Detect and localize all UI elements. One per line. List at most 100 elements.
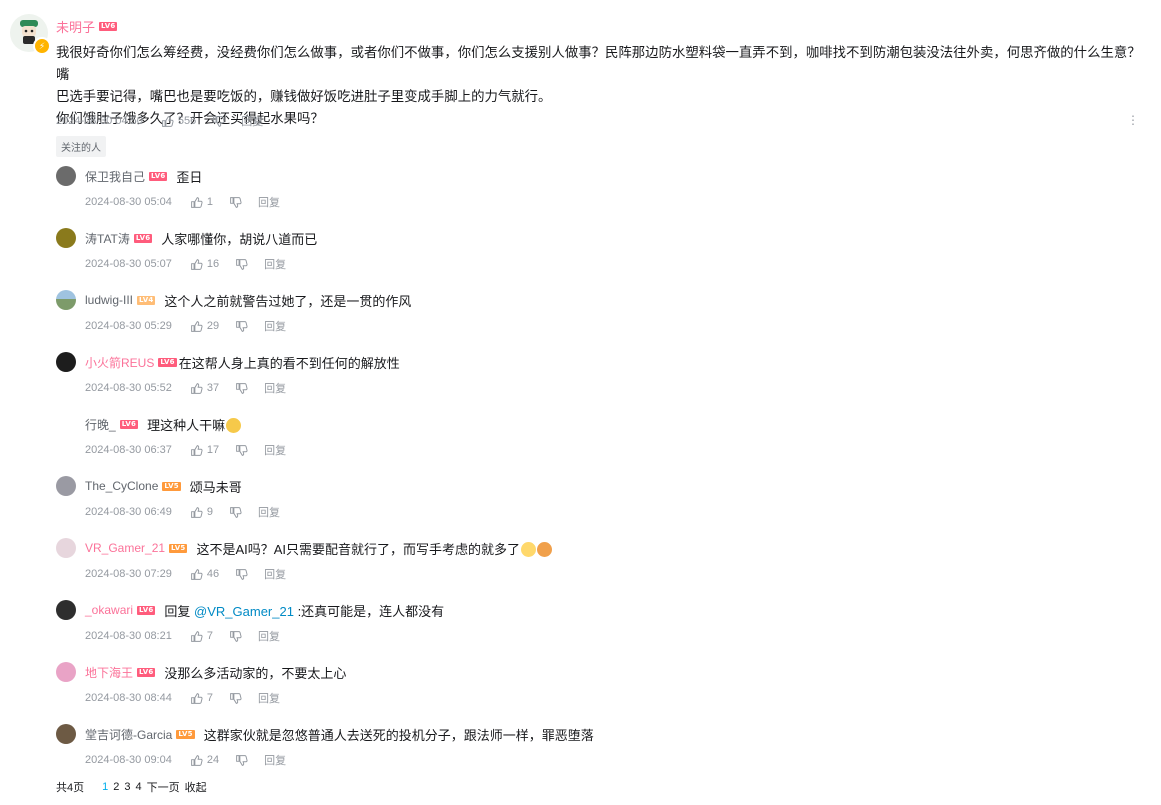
like-count: 29 (206, 320, 220, 332)
reply-button[interactable]: 回复 (264, 752, 286, 768)
avatar[interactable] (56, 724, 76, 744)
dislike-button[interactable] (229, 692, 242, 705)
dislike-button[interactable] (229, 630, 242, 643)
reply-text: 这不是AI吗？AI只需要配音就行了，而写手考虑的就多了 (196, 539, 553, 558)
like-count: 37 (206, 382, 220, 394)
like-button[interactable]: 556 (161, 115, 196, 128)
thumbs-down-icon (236, 568, 248, 580)
main-comment-avatar[interactable]: ⚡ (10, 14, 51, 55)
avatar[interactable] (56, 476, 76, 496)
reply-username[interactable]: 保卫我自己 (85, 168, 145, 185)
like-button[interactable]: 1 (190, 196, 213, 209)
reply-username[interactable]: The_CyClone (85, 479, 158, 493)
reply-meta: 2024-08-30 06:37 17 回复 (85, 442, 1146, 458)
reply-item: 堂吉诃德-Garcia LV5 这群家伙就是忽悠普通人去送死的投机分子，跟法师一… (56, 724, 1146, 768)
like-button[interactable]: 46 (190, 568, 219, 581)
reply-username[interactable]: 涛TAT涛 (85, 230, 130, 247)
level-badge: LV6 (137, 667, 156, 677)
main-comment-user: 未明子 LV6 (56, 17, 118, 36)
reply-username[interactable]: 堂吉诃德-Garcia (85, 726, 172, 743)
dislike-button[interactable] (235, 258, 248, 271)
mention-link[interactable]: @VR_Gamer_21 (194, 604, 294, 619)
reply-item: 地下海王 LV6 没那么多活动家的，不要太上心 2024-08-30 08:44… (56, 662, 1146, 706)
like-button[interactable]: 17 (190, 444, 219, 457)
reply-text: 颂马未哥 (189, 479, 242, 495)
laugh-emoji-icon (226, 417, 242, 433)
reply-username[interactable]: VR_Gamer_21 (85, 541, 165, 555)
thumbs-down-icon (230, 692, 242, 704)
reply-username[interactable]: ludwig-III (85, 293, 133, 307)
thumbs-up-icon (190, 258, 203, 270)
next-page-button[interactable]: 下一页 (147, 779, 180, 795)
thumbs-up-icon (190, 630, 203, 642)
reply-prefix: 回复 (164, 603, 195, 619)
level-badge: LV4 (137, 295, 156, 305)
like-button[interactable]: 24 (190, 754, 219, 767)
reply-username[interactable]: 行晚_ (85, 416, 116, 433)
reply-username[interactable]: 小火箭REUS (85, 354, 154, 371)
reply-button[interactable]: 回复 (258, 690, 280, 706)
comment-time: 2024-08-30 06:37 (85, 444, 172, 456)
main-comment-username[interactable]: 未明子 (56, 17, 95, 36)
thumbs-up-icon (190, 444, 203, 456)
like-button[interactable]: 16 (190, 258, 219, 271)
reply-button[interactable]: 回复 (241, 113, 263, 129)
level-badge: LV6 (133, 233, 153, 243)
lightning-badge-icon: ⚡ (33, 37, 51, 55)
avatar[interactable] (56, 662, 76, 682)
reply-button[interactable]: 回复 (258, 194, 280, 210)
more-options-icon[interactable]: ⋮ (1127, 113, 1139, 127)
avatar[interactable] (56, 166, 76, 186)
reply-button[interactable]: 回复 (264, 442, 286, 458)
reply-meta: 2024-08-30 06:49 9 回复 (85, 504, 1146, 520)
dislike-button[interactable] (229, 506, 242, 519)
avatar[interactable] (56, 352, 76, 372)
reply-button[interactable]: 回复 (258, 628, 280, 644)
dislike-button[interactable] (235, 568, 248, 581)
level-badge: LV6 (119, 419, 139, 429)
like-button[interactable]: 37 (190, 382, 219, 395)
like-count: 17 (206, 444, 220, 456)
dislike-button[interactable] (212, 115, 225, 128)
comment-time: 2024-08-30 09:04 (85, 754, 172, 766)
like-button[interactable]: 7 (190, 630, 213, 643)
reply-button[interactable]: 回复 (264, 256, 286, 272)
reply-username[interactable]: 地下海王 (85, 664, 133, 681)
reply-item: _okawari LV6 回复 @VR_Gamer_21 :还真可能是，连人都没… (56, 600, 1146, 644)
reply-text: 歪日 (176, 169, 203, 185)
page-link-4[interactable]: 4 (136, 781, 142, 793)
reply-button[interactable]: 回复 (264, 566, 286, 582)
thumbs-up-icon (190, 320, 203, 332)
main-comment-line: 我很好奇你们怎么筹经费，没经费你们怎么做事，或者你们不做事，你们怎么支援别人做事… (56, 45, 1141, 82)
collapse-button[interactable]: 收起 (185, 779, 207, 795)
dislike-button[interactable] (235, 320, 248, 333)
avatar[interactable] (56, 228, 76, 248)
page-link-2[interactable]: 2 (113, 781, 119, 793)
reply-button[interactable]: 回复 (264, 318, 286, 334)
reply-item: 保卫我自己 LV6 歪日 2024-08-30 05:04 1 回复 (56, 166, 1146, 210)
dislike-button[interactable] (235, 754, 248, 767)
like-button[interactable]: 7 (190, 692, 213, 705)
thumbs-down-icon (230, 506, 242, 518)
reply-text: 人家哪懂你，胡说八道而已 (161, 231, 318, 247)
reply-username[interactable]: _okawari (85, 603, 133, 617)
reply-text-content: :还真可能是，连人都没有 (293, 603, 445, 619)
page-link-3[interactable]: 3 (124, 781, 130, 793)
avatar[interactable] (56, 600, 76, 620)
like-button[interactable]: 9 (190, 506, 213, 519)
comment-time: 2024-08-30 05:04 (85, 196, 172, 208)
dislike-button[interactable] (235, 444, 248, 457)
page-link-1[interactable]: 1 (102, 781, 108, 793)
thumbs-down-icon (236, 258, 248, 270)
like-button[interactable]: 29 (190, 320, 219, 333)
avatar[interactable] (56, 538, 76, 558)
avatar[interactable] (56, 290, 76, 310)
reply-button[interactable]: 回复 (264, 380, 286, 396)
thumbs-down-icon (230, 630, 242, 642)
reply-button[interactable]: 回复 (258, 504, 280, 520)
dislike-button[interactable] (235, 382, 248, 395)
like-count: 46 (206, 568, 220, 580)
dislike-button[interactable] (229, 196, 242, 209)
avatar[interactable] (56, 414, 76, 434)
reply-text: 理这种人干嘛 (147, 415, 242, 434)
